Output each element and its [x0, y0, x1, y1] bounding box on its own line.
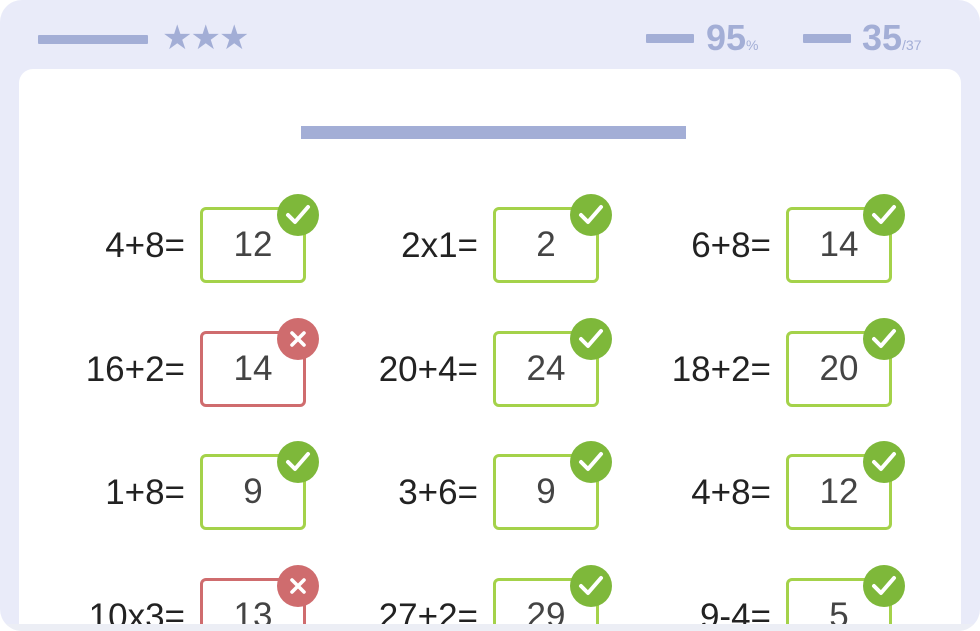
- answer-box[interactable]: 5: [786, 565, 905, 629]
- answer-box[interactable]: 14: [200, 318, 319, 407]
- checkmark-icon: [277, 194, 319, 236]
- problem-expression: 18+2=: [671, 350, 771, 389]
- cross-icon: [277, 318, 319, 360]
- worksheet-title-placeholder: [301, 126, 686, 139]
- problem-expression: 2x1=: [401, 226, 478, 265]
- answer-box[interactable]: 20: [786, 318, 905, 407]
- checkmark-icon: [277, 441, 319, 483]
- answer-box[interactable]: 13: [200, 565, 319, 629]
- problem-expression: 16+2=: [85, 350, 185, 389]
- star-rating: ★★★: [162, 19, 249, 57]
- checkmark-icon: [863, 318, 905, 360]
- answer-box[interactable]: 2: [493, 194, 612, 283]
- top-bar: ★★★ 95% 35/37: [0, 0, 980, 70]
- problem-expression: 4+8=: [691, 473, 771, 512]
- checkmark-icon: [570, 318, 612, 360]
- worksheet-frame: ★★★ 95% 35/37 4+8= 12 2x1= 2 6+8= 14 16+2= 14 20…: [0, 0, 980, 631]
- answer-box[interactable]: 12: [200, 194, 319, 283]
- checkmark-icon: [570, 194, 612, 236]
- answer-box[interactable]: 24: [493, 318, 612, 407]
- checkmark-icon: [570, 441, 612, 483]
- worksheet-card: 4+8= 12 2x1= 2 6+8= 14 16+2= 14 20+4= 24 18+2= 20 1+…: [19, 69, 961, 629]
- bottom-strip: [0, 624, 980, 631]
- checkmark-icon: [570, 565, 612, 607]
- problem-expression: 3+6=: [398, 473, 478, 512]
- answer-box[interactable]: 9: [493, 441, 612, 530]
- answer-box[interactable]: 12: [786, 441, 905, 530]
- checkmark-icon: [863, 441, 905, 483]
- score-total: /37: [902, 37, 922, 53]
- answer-box[interactable]: 14: [786, 194, 905, 283]
- score-value: 35: [862, 17, 903, 58]
- answer-box[interactable]: 29: [493, 565, 612, 629]
- problem-expression: 6+8=: [691, 226, 771, 265]
- answer-box[interactable]: 9: [200, 441, 319, 530]
- checkmark-icon: [863, 565, 905, 607]
- percent-label-bar: [646, 34, 694, 43]
- percent-value: 95: [706, 17, 747, 58]
- points-score: 35/37: [862, 20, 922, 63]
- problem-expression: 20+4=: [378, 350, 478, 389]
- percent-unit: %: [746, 37, 759, 53]
- problem-expression: 1+8=: [105, 473, 185, 512]
- problem-expression: 4+8=: [105, 226, 185, 265]
- score-label-bar: [803, 34, 851, 43]
- title-placeholder-bar: [38, 35, 148, 44]
- checkmark-icon: [863, 194, 905, 236]
- cross-icon: [277, 565, 319, 607]
- percent-score: 95%: [706, 20, 759, 63]
